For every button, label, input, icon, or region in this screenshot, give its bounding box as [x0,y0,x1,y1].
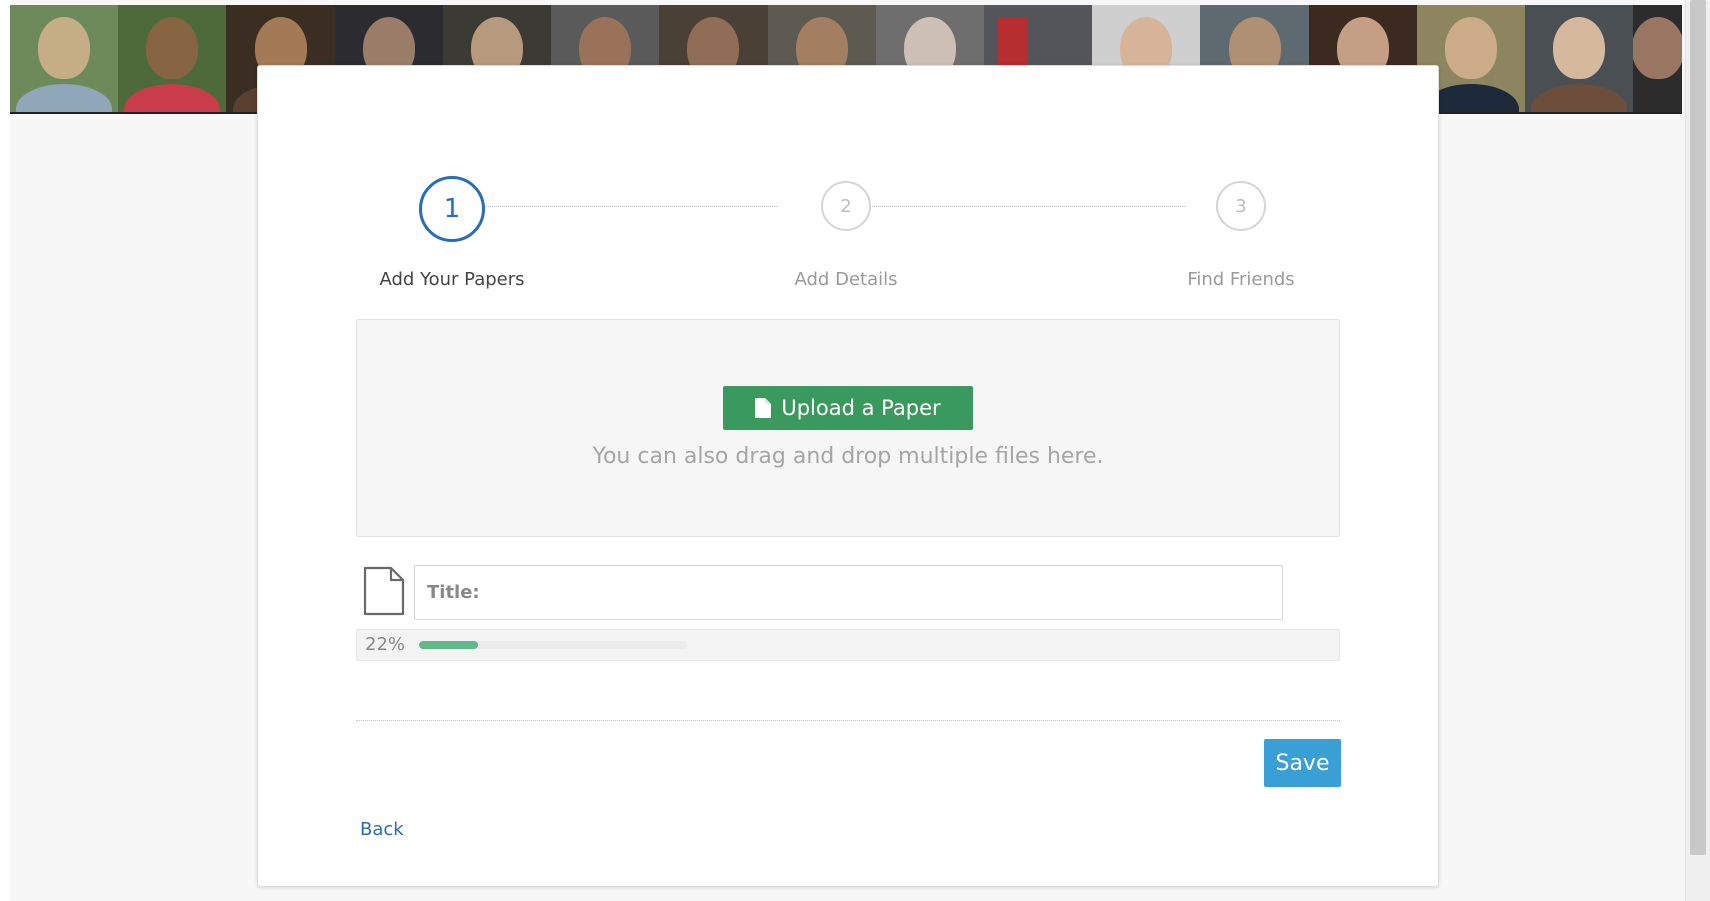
step-2-indicator: 2 [821,181,871,231]
progress-track [419,641,687,649]
onboarding-card: 1 2 3 Add Your Papers Add Details Find F… [257,65,1439,887]
step-number: 3 [1235,195,1247,217]
upload-progress: 22% [356,629,1340,661]
step-3-label: Find Friends [1187,269,1295,290]
scrollbar-thumb[interactable] [1690,0,1706,855]
step-number: 2 [840,195,852,217]
banner-photo [1633,5,1682,112]
document-icon [363,566,405,616]
banner-photo [10,5,119,112]
page-scrollbar[interactable] [1685,0,1710,901]
stepper-connector [481,206,777,207]
upload-paper-button[interactable]: Upload a Paper [723,386,973,430]
back-link[interactable]: Back [360,819,404,840]
section-divider [356,720,1340,721]
title-field-label: Title: [427,582,480,603]
banner-photo [118,5,227,112]
drop-hint-text: You can also drag and drop multiple file… [592,444,1104,469]
progress-percent-text: 22% [365,634,406,655]
step-2-label: Add Details [794,269,898,290]
step-3-indicator: 3 [1216,181,1266,231]
step-1-label: Add Your Papers [379,269,525,290]
upload-button-label: Upload a Paper [781,396,941,420]
file-drop-zone[interactable]: Upload a Paper You can also drag and dro… [356,319,1340,537]
banner-photo [1525,5,1634,112]
file-icon [755,398,772,418]
stepper-connector [827,206,1185,207]
progress-fill [419,641,478,649]
paper-title-field[interactable]: Title: [414,565,1283,620]
title-input[interactable] [479,565,1282,620]
save-button[interactable]: Save [1264,739,1341,787]
step-number: 1 [443,194,461,224]
step-1-indicator: 1 [419,176,485,242]
